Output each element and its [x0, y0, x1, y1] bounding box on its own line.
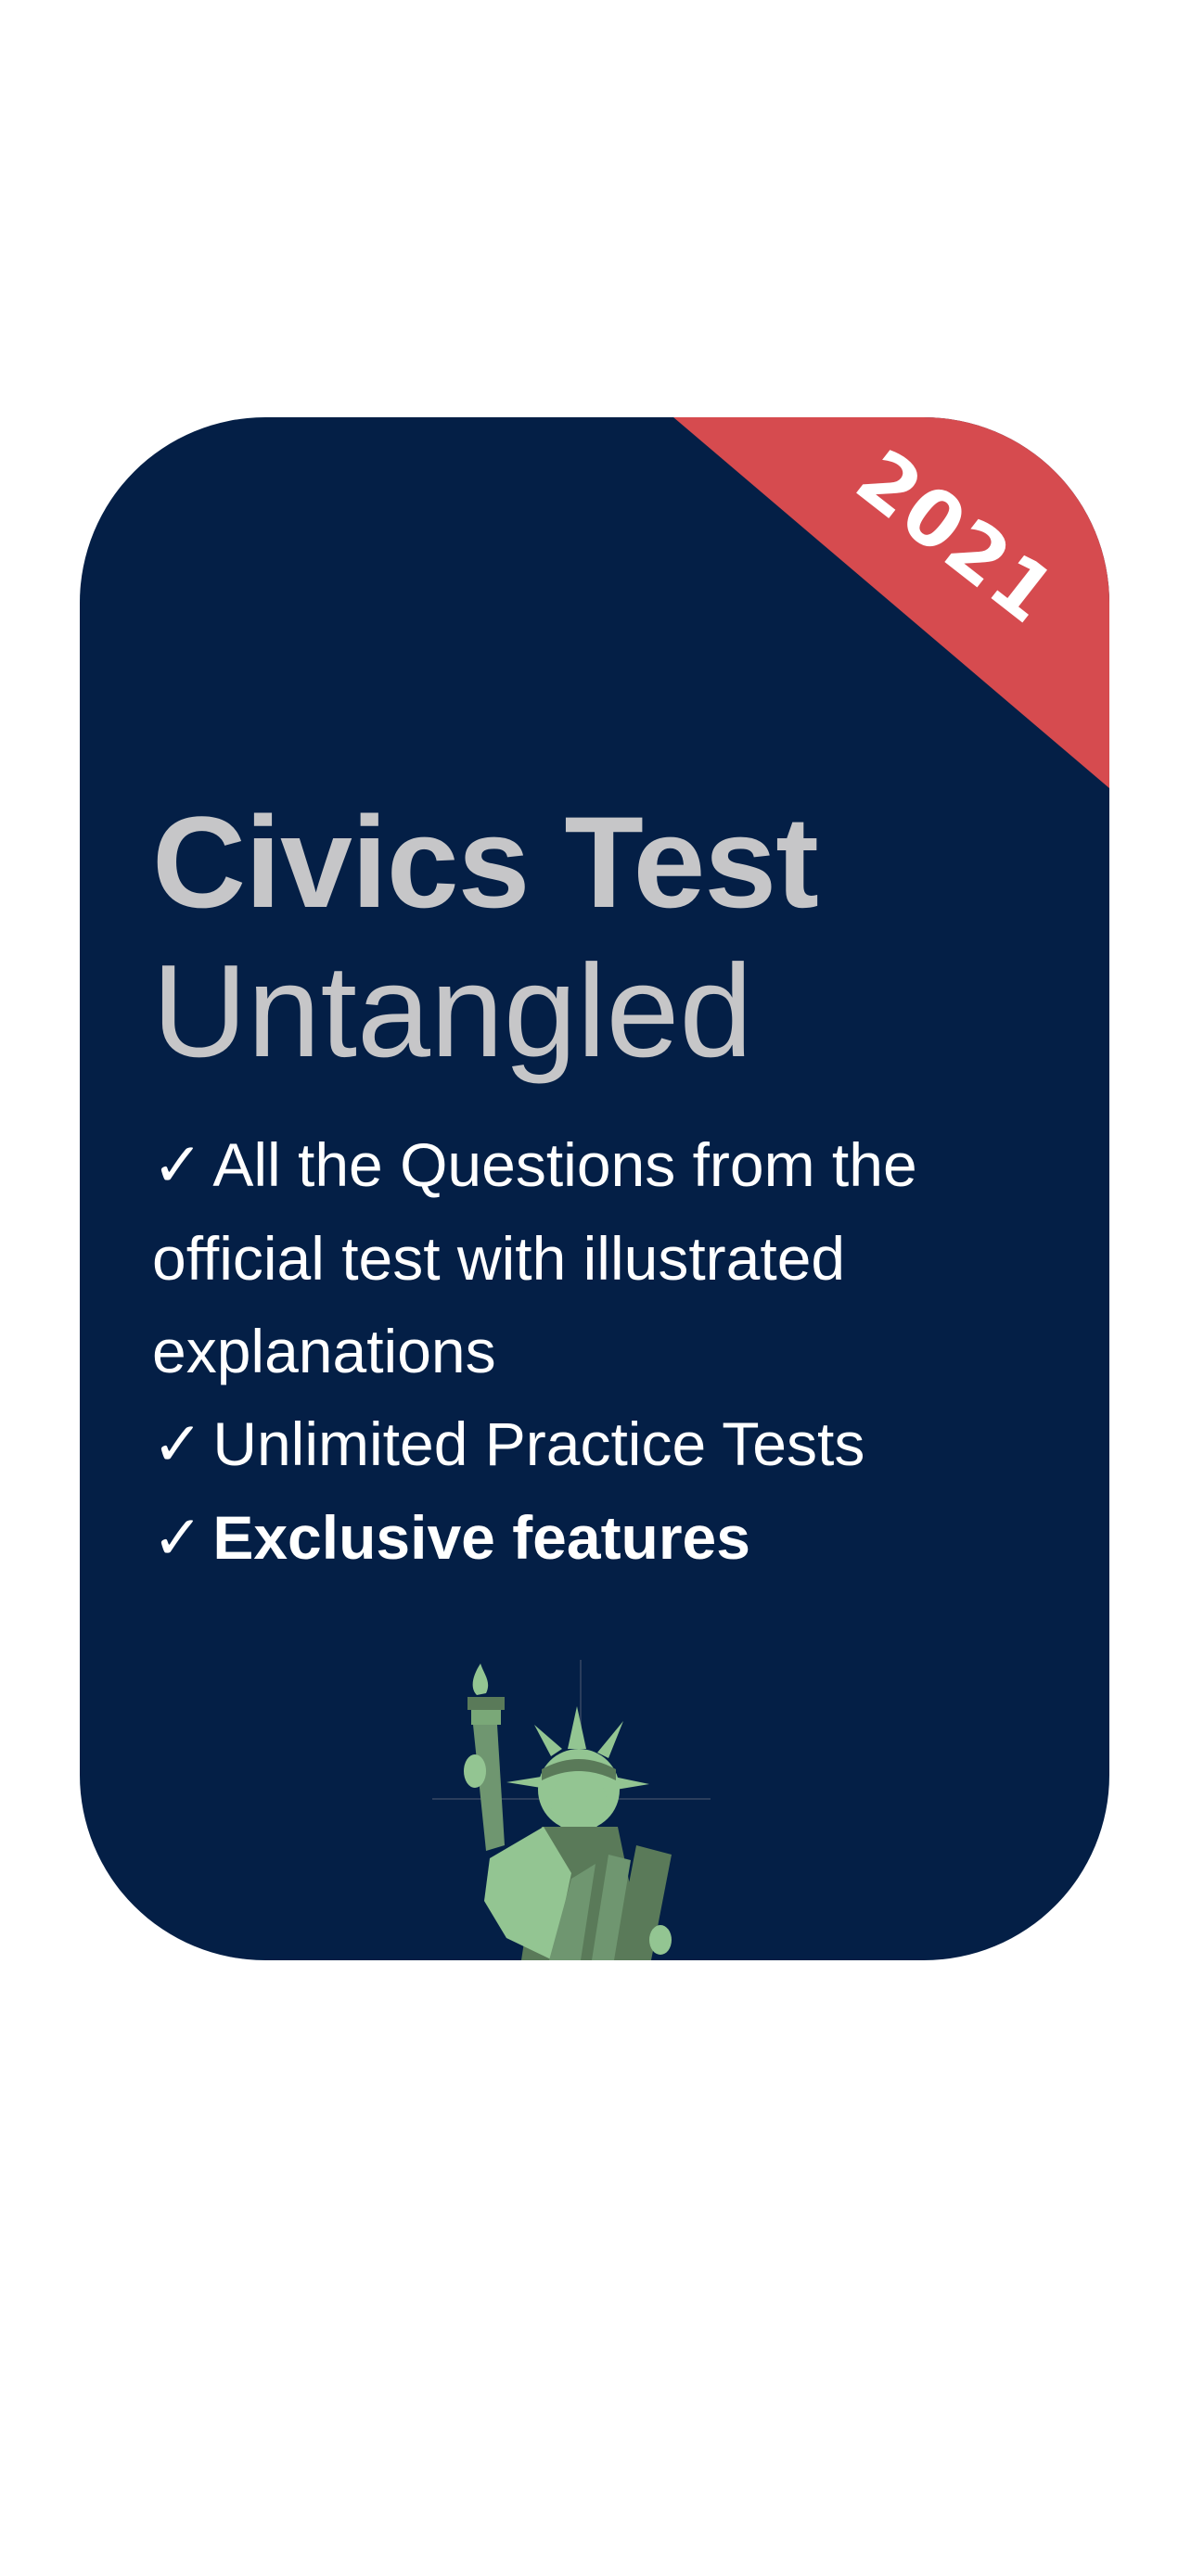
- title-bold: Civics Test: [152, 789, 819, 935]
- check-mark-icon: ✓: [152, 1502, 204, 1574]
- title-light: Untangled: [152, 937, 753, 1085]
- app-title: Civics Test Untangled: [152, 784, 819, 1090]
- feature-text: Exclusive features: [212, 1503, 750, 1572]
- feature-text: All the Questions from the official test…: [152, 1130, 917, 1385]
- corner-ribbon: [673, 417, 1109, 788]
- feature-text: Unlimited Practice Tests: [212, 1409, 865, 1478]
- statue-of-liberty-icon: [432, 1660, 711, 1960]
- feature-item: ✓ All the Questions from the official tes…: [152, 1118, 1070, 1397]
- check-mark-icon: ✓: [152, 1129, 204, 1201]
- feature-item: ✓ Unlimited Practice Tests: [152, 1397, 1070, 1491]
- feature-item: ✓ Exclusive features: [152, 1491, 1070, 1585]
- feature-list: ✓ All the Questions from the official tes…: [152, 1118, 1070, 1585]
- check-mark-icon: ✓: [152, 1409, 204, 1480]
- promo-card: 2021 Civics Test Untangled ✓ All the Ques…: [80, 417, 1109, 1960]
